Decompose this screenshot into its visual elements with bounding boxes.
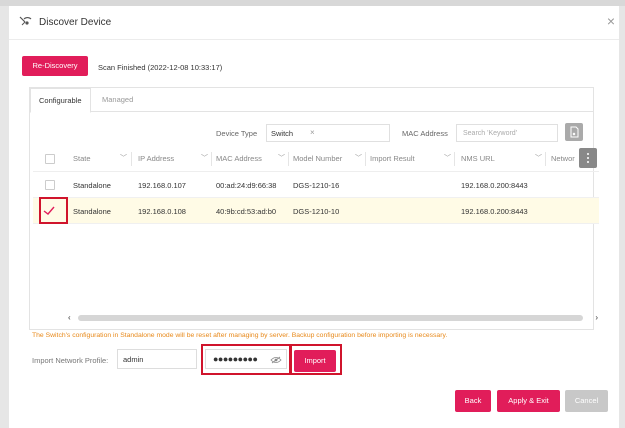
close-icon[interactable]: × — [607, 14, 615, 28]
background-app-right — [619, 6, 625, 428]
chevron-down-icon[interactable]: ﹀ — [120, 153, 127, 163]
column-divider — [131, 152, 132, 166]
dot-icon — [587, 157, 589, 159]
highlight-box-import — [289, 344, 342, 375]
device-type-label: Device Type — [216, 129, 258, 138]
username-field[interactable]: admin — [117, 349, 197, 369]
dot-icon — [587, 153, 589, 155]
tab-managed[interactable]: Managed — [94, 88, 141, 112]
highlight-box-checkbox — [39, 197, 68, 224]
column-nms-url[interactable]: NMS URL — [461, 154, 495, 163]
select-all-checkbox[interactable] — [45, 154, 55, 164]
cell-nms-url: 192.168.0.200:8443 — [461, 207, 528, 216]
cell-model: DGS-1210-10 — [293, 207, 340, 216]
device-type-select[interactable]: Switch × — [266, 124, 390, 142]
cell-ip: 192.168.0.108 — [138, 207, 186, 216]
device-table: State ﹀ IP Address ﹀ MAC Address ﹀ Model… — [33, 146, 599, 310]
column-network[interactable]: Networ — [551, 154, 577, 163]
column-import-result[interactable]: Import Result — [370, 154, 415, 163]
chevron-down-icon[interactable]: ﹀ — [201, 153, 208, 163]
apply-exit-button[interactable]: Apply & Exit — [497, 390, 560, 412]
username-value: admin — [123, 355, 144, 364]
column-divider — [454, 152, 455, 166]
table-row[interactable]: Standalone 192.168.0.107 00:ad:24:d9:66:… — [33, 172, 599, 198]
scrollbar-track[interactable] — [78, 315, 583, 321]
cell-model: DGS-1210-16 — [293, 181, 340, 190]
table-row-selected[interactable]: Standalone 192.168.0.108 40:9b:cd:53:ad:… — [33, 198, 599, 224]
mac-address-filter-label: MAC Address — [402, 129, 448, 138]
cell-state: Standalone — [73, 181, 111, 190]
mac-search-placeholder: Search 'Keyword' — [463, 130, 518, 137]
cell-state: Standalone — [73, 207, 111, 216]
row-checkbox[interactable] — [45, 180, 55, 190]
chevron-down-icon[interactable]: ﹀ — [355, 153, 362, 163]
column-divider — [545, 152, 546, 166]
column-model-number[interactable]: Model Number — [293, 154, 342, 163]
rediscovery-button[interactable]: Re-Discovery — [22, 56, 88, 76]
column-mac-address[interactable]: MAC Address — [216, 154, 262, 163]
table-header: State ﹀ IP Address ﹀ MAC Address ﹀ Model… — [33, 146, 599, 172]
device-type-chip: Switch — [271, 129, 294, 138]
export-button[interactable] — [565, 123, 583, 141]
dialog-title: Discover Device — [39, 17, 112, 28]
background-app-left — [0, 6, 9, 428]
column-divider — [211, 152, 212, 166]
mac-search-input[interactable]: Search 'Keyword' — [456, 124, 558, 142]
tab-configurable[interactable]: Configurable — [30, 88, 91, 113]
scroll-right-icon[interactable]: › — [595, 313, 598, 323]
chevron-down-icon[interactable]: ﹀ — [278, 153, 285, 163]
column-menu-button[interactable] — [579, 148, 597, 168]
cell-ip: 192.168.0.107 — [138, 181, 186, 190]
tab-bar: Configurable Managed — [30, 88, 593, 113]
back-button[interactable]: Back — [455, 390, 491, 412]
chip-remove-icon[interactable]: × — [310, 128, 315, 137]
dialog-header: Discover Device × — [9, 6, 619, 40]
warning-message: The Switch's configuration in Standalone… — [32, 332, 448, 339]
discover-device-dialog: Discover Device × Re-Discovery Scan Fini… — [9, 6, 619, 428]
import-profile-label: Import Network Profile: — [32, 356, 109, 365]
chevron-down-icon[interactable]: ﹀ — [444, 153, 451, 163]
scan-status-text: Scan Finished (2022-12-08 10:33:17) — [98, 63, 223, 72]
column-ip-address[interactable]: IP Address — [138, 154, 174, 163]
radar-discover-icon — [19, 16, 32, 26]
export-file-icon — [570, 126, 579, 138]
column-divider — [288, 152, 289, 166]
highlight-box-password — [201, 344, 292, 375]
column-divider — [365, 152, 366, 166]
dot-icon — [587, 161, 589, 163]
cell-mac: 00:ad:24:d9:66:38 — [216, 181, 277, 190]
cell-mac: 40:9b:cd:53:ad:b0 — [216, 207, 277, 216]
cancel-button[interactable]: Cancel — [565, 390, 608, 412]
chevron-down-icon[interactable]: ﹀ — [535, 153, 542, 163]
horizontal-scrollbar[interactable]: ‹ › — [68, 313, 598, 323]
scroll-left-icon[interactable]: ‹ — [68, 313, 71, 323]
cell-nms-url: 192.168.0.200:8443 — [461, 181, 528, 190]
column-state[interactable]: State — [73, 154, 91, 163]
